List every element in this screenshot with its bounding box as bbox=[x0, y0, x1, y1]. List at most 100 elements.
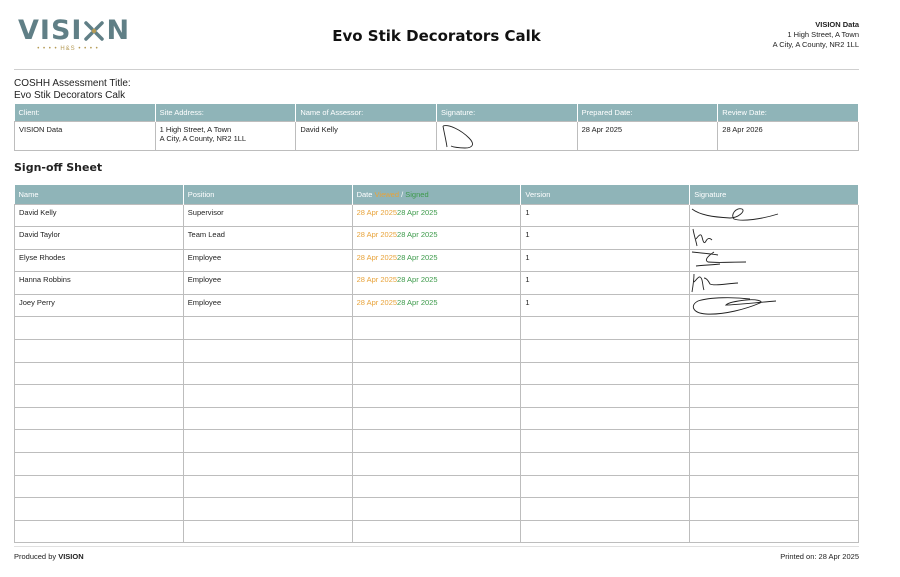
assessment-title-label: COSHH Assessment Title: bbox=[14, 78, 131, 89]
table-row: Joey Perry Employee 28 Apr 202528 Apr 20… bbox=[14, 293, 859, 318]
row-signature bbox=[689, 361, 859, 386]
row-version: 1 bbox=[520, 248, 691, 273]
row-position bbox=[182, 406, 353, 431]
row-viewed-date: 28 Apr 2025 bbox=[356, 275, 398, 285]
row-name: David Kelly bbox=[14, 203, 184, 228]
row-date bbox=[351, 519, 522, 544]
row-date bbox=[351, 316, 522, 341]
produced-by: Produced by VISION bbox=[14, 552, 84, 561]
table-row-empty bbox=[14, 519, 859, 544]
row-signed-date: 28 Apr 2025 bbox=[397, 297, 438, 307]
row-signature bbox=[689, 452, 859, 476]
table-row: David Taylor Team Lead 28 Apr 202528 Apr… bbox=[14, 226, 859, 250]
row-signature bbox=[689, 316, 859, 341]
table-row-empty bbox=[14, 339, 859, 363]
row-signed-date: 28 Apr 2025 bbox=[397, 275, 438, 285]
company-block: VISION Data 1 High Street, A Town A City… bbox=[773, 20, 859, 50]
row-version bbox=[520, 429, 691, 454]
row-version: 1 bbox=[520, 203, 691, 228]
row-name: Hanna Robbins bbox=[14, 271, 184, 295]
row-date bbox=[351, 452, 522, 476]
signature-image bbox=[691, 274, 739, 293]
row-date: 28 Apr 202528 Apr 2025 bbox=[351, 226, 522, 250]
produced-by-label: Produced by bbox=[14, 552, 59, 561]
table-row-empty bbox=[14, 316, 859, 341]
row-name bbox=[14, 316, 184, 341]
row-name: David Taylor bbox=[14, 226, 184, 250]
row-version bbox=[520, 361, 691, 386]
row-version bbox=[520, 474, 691, 499]
row-position bbox=[182, 429, 353, 454]
row-date bbox=[351, 384, 522, 408]
row-date: 28 Apr 202528 Apr 2025 bbox=[351, 203, 522, 228]
row-position bbox=[182, 339, 353, 363]
table-row: David Kelly Supervisor 28 Apr 202528 Apr… bbox=[14, 203, 859, 228]
row-position bbox=[182, 452, 353, 476]
row-name bbox=[14, 519, 184, 544]
row-date bbox=[351, 429, 522, 454]
header-assessor: Name of Assessor: bbox=[295, 104, 437, 121]
row-signature bbox=[689, 519, 859, 544]
row-name bbox=[14, 429, 184, 454]
row-viewed-date: 28 Apr 2025 bbox=[356, 207, 398, 217]
produced-by-brand: VISION bbox=[58, 552, 84, 561]
row-viewed-date: 28 Apr 2025 bbox=[356, 297, 398, 307]
site-address-value: 1 High Street, A Town A City, A County, … bbox=[154, 120, 297, 151]
row-name: Joey Perry bbox=[14, 293, 184, 318]
row-version: 1 bbox=[520, 293, 691, 318]
row-viewed-date: 28 Apr 2025 bbox=[356, 230, 398, 240]
col-version: Version bbox=[520, 185, 691, 204]
row-name bbox=[14, 497, 184, 521]
row-date bbox=[351, 339, 522, 363]
row-position bbox=[182, 316, 353, 341]
row-signature bbox=[689, 429, 859, 454]
row-position bbox=[182, 361, 353, 386]
row-signature bbox=[689, 271, 859, 295]
row-version bbox=[520, 497, 691, 521]
row-signature bbox=[689, 474, 859, 499]
row-signature bbox=[689, 497, 859, 521]
row-position: Employee bbox=[182, 248, 353, 273]
col-name: Name bbox=[14, 185, 184, 204]
row-date bbox=[351, 406, 522, 431]
row-viewed-date: 28 Apr 2025 bbox=[356, 252, 398, 262]
company-address-line2: A City, A County, NR2 1LL bbox=[772, 40, 859, 49]
col-signature: Signature bbox=[689, 185, 859, 204]
col-date-label: Date bbox=[356, 189, 373, 199]
header-review-date: Review Date: bbox=[717, 104, 859, 121]
row-position bbox=[182, 519, 353, 544]
signature-image bbox=[692, 251, 747, 267]
row-position bbox=[182, 474, 353, 499]
assessment-title-block: COSHH Assessment Title: Evo Stik Decorat… bbox=[14, 78, 131, 102]
row-signed-date: 28 Apr 2025 bbox=[397, 207, 438, 217]
row-position: Team Lead bbox=[182, 226, 353, 250]
printed-on: Printed on: 28 Apr 2025 bbox=[780, 552, 859, 561]
logo-subtitle: • • • • H&S • • • • bbox=[37, 46, 99, 52]
row-signed-date: 28 Apr 2025 bbox=[397, 252, 438, 262]
header-signature: Signature: bbox=[436, 104, 578, 121]
row-date bbox=[351, 497, 522, 521]
table-row-empty bbox=[14, 474, 859, 499]
review-date-value: 28 Apr 2026 bbox=[717, 120, 859, 151]
table-row-empty bbox=[14, 452, 859, 476]
row-date: 28 Apr 202528 Apr 2025 bbox=[351, 248, 522, 273]
col-date-signed: Signed bbox=[405, 189, 429, 199]
row-name bbox=[14, 452, 184, 476]
table-row-empty bbox=[14, 429, 859, 454]
table-row: Elyse Rhodes Employee 28 Apr 202528 Apr … bbox=[14, 248, 859, 273]
row-name bbox=[14, 361, 184, 386]
row-position: Employee bbox=[182, 293, 353, 318]
row-name bbox=[14, 339, 184, 363]
table-row-empty bbox=[14, 406, 859, 431]
row-name bbox=[14, 406, 184, 431]
row-version bbox=[520, 519, 691, 544]
signature-image bbox=[691, 207, 779, 221]
site-address-line1: 1 High Street, A Town bbox=[159, 124, 232, 134]
prepared-date-value: 28 Apr 2025 bbox=[576, 120, 719, 151]
row-version bbox=[520, 384, 691, 408]
row-name bbox=[14, 384, 184, 408]
assessment-info-table: Client: Site Address: Name of Assessor: … bbox=[14, 104, 859, 151]
table-row: Hanna Robbins Employee 28 Apr 202528 Apr… bbox=[14, 271, 859, 295]
row-version: 1 bbox=[520, 271, 691, 295]
site-address-line2: A City, A County, NR2 1LL bbox=[159, 134, 247, 143]
